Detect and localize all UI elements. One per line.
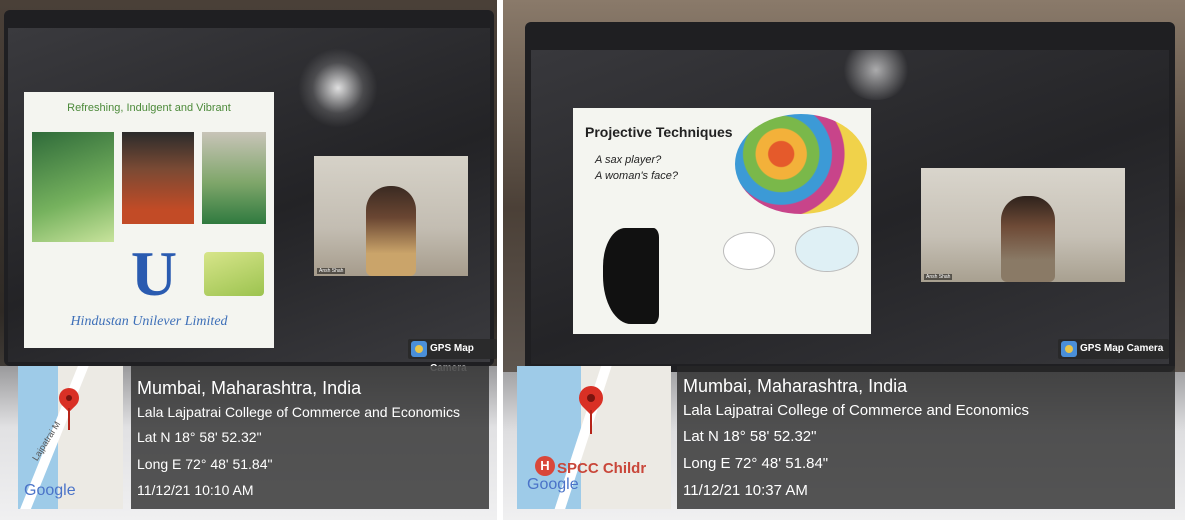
slide-photo-3 — [202, 132, 266, 224]
geo-datetime: 11/12/21 10:37 AM — [683, 482, 808, 499]
presentation-slide: Refreshing, Indulgent and Vibrant U Hind… — [24, 92, 274, 348]
gps-badge-label: GPS Map Camera — [1080, 343, 1164, 354]
slide-photo-1 — [32, 132, 114, 242]
geo-longitude: Long E 72° 48' 51.84" — [683, 455, 829, 472]
geo-city: Mumbai, Maharashtra, India — [137, 378, 362, 398]
gps-camera-badge: GPS Map Camera — [408, 339, 497, 374]
google-logo: Google — [527, 476, 579, 493]
screen-glare — [841, 50, 911, 100]
map-pin-dot — [66, 395, 72, 401]
slide-title: Refreshing, Indulgent and Vibrant — [67, 102, 231, 114]
geo-city: Mumbai, Maharashtra, India — [683, 376, 908, 396]
geo-latitude: Lat N 18° 58' 52.32" — [137, 429, 262, 445]
video-name-tag: Ansh Shah — [924, 274, 953, 280]
geo-datetime: 11/12/21 10:10 AM — [137, 482, 254, 498]
brain-illustration — [735, 114, 867, 214]
geo-college: Lala Lajpatrai College of Commerce and E… — [137, 404, 460, 420]
photo-right: Projective Techniques A sax player? A wo… — [503, 0, 1185, 520]
geo-longitude: Long E 72° 48' 51.84" — [137, 456, 273, 472]
laptop-screen: Refreshing, Indulgent and Vibrant U Hind… — [8, 28, 490, 362]
map-pin-tail — [68, 408, 70, 430]
unilever-logo: U — [130, 238, 178, 309]
sax-player-silhouette — [603, 228, 659, 324]
slide-question-1: A sax player? — [595, 154, 662, 166]
map-place-label: SPCC Childr — [557, 460, 647, 477]
map-pin-tail — [590, 410, 592, 434]
laptop-bezel: Projective Techniques A sax player? A wo… — [525, 22, 1175, 372]
map-pin-dot — [587, 394, 595, 402]
geo-latitude: Lat N 18° 58' 52.32" — [683, 428, 817, 445]
screen-glare — [298, 48, 378, 128]
laptop-bezel: Refreshing, Indulgent and Vibrant U Hind… — [4, 10, 494, 366]
google-logo: Google — [24, 482, 76, 499]
gps-camera-icon — [411, 341, 427, 357]
photo-left: Refreshing, Indulgent and Vibrant U Hind… — [0, 0, 497, 520]
gps-camera-badge: GPS Map Camera — [1058, 339, 1170, 359]
thought-bubble-right — [795, 226, 859, 272]
video-feed: Ansh Shah — [921, 168, 1125, 282]
geo-college: Lala Lajpatrai College of Commerce and E… — [683, 402, 1030, 419]
slide-brand-text: Hindustan Unilever Limited — [70, 314, 228, 329]
laptop-screen: Projective Techniques A sax player? A wo… — [531, 50, 1169, 364]
slide-photo-2 — [122, 132, 194, 224]
slide-title: Projective Techniques — [585, 124, 733, 140]
map-thumbnail: Lajpatrai M Google — [18, 366, 123, 509]
presentation-slide: Projective Techniques A sax player? A wo… — [573, 108, 871, 334]
soap-box — [204, 252, 264, 296]
hospital-icon: H — [535, 456, 555, 476]
slide-question-2: A woman's face? — [595, 170, 679, 182]
map-thumbnail: H SPCC Childr Google — [517, 366, 671, 509]
video-feed: Ansh Shah — [314, 156, 468, 276]
person-silhouette — [1001, 196, 1055, 282]
video-name-tag: Ansh Shah — [317, 268, 346, 274]
thought-bubble-left — [723, 232, 775, 270]
person-silhouette — [366, 186, 416, 276]
gps-camera-icon — [1061, 341, 1077, 357]
